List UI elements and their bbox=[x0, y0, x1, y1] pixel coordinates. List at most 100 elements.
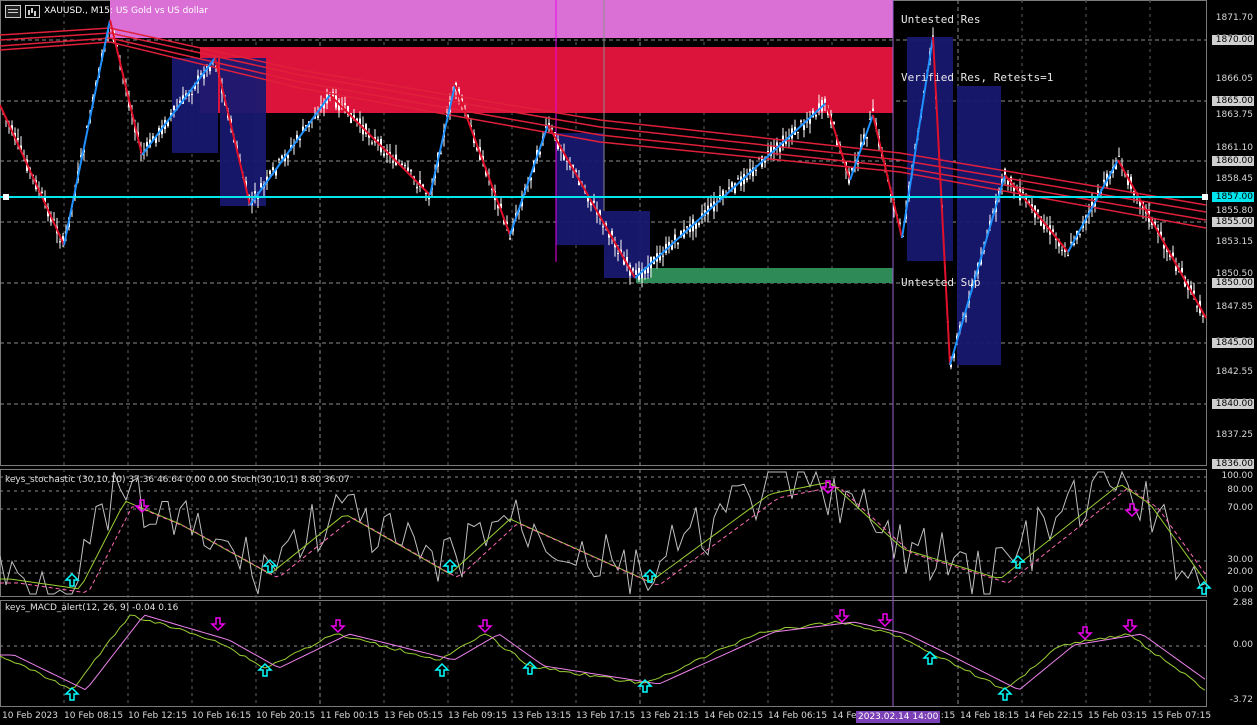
price-tick: 1858.45 bbox=[1215, 174, 1253, 184]
candle-body bbox=[1070, 241, 1072, 243]
candle-body bbox=[317, 115, 319, 119]
candle-body bbox=[710, 203, 712, 207]
macd-tick: 2.88 bbox=[1232, 598, 1253, 608]
candle-body bbox=[767, 150, 769, 152]
candle-body bbox=[866, 136, 868, 139]
stoch-tick: 80.00 bbox=[1227, 485, 1253, 495]
price-box: 1850.00 bbox=[1212, 278, 1254, 288]
candle-body bbox=[278, 159, 280, 161]
candle-body bbox=[254, 191, 256, 194]
time-tick: 15 Feb 03:15 bbox=[1088, 711, 1148, 721]
candle-body bbox=[269, 170, 271, 174]
candle-body bbox=[1037, 209, 1039, 212]
zone-label-untested-res: Untested Res bbox=[901, 13, 981, 26]
candle-body bbox=[1022, 192, 1024, 194]
zone-label-verified-res: Verified Res, Retests=1 bbox=[901, 71, 1054, 84]
price-box: 1840.00 bbox=[1212, 399, 1254, 409]
candle-body bbox=[731, 182, 733, 187]
candle-body bbox=[1196, 306, 1198, 308]
time-tick: 14 Fe bbox=[832, 711, 857, 721]
price-box: 1845.00 bbox=[1212, 338, 1254, 348]
symbol-label: XAUUSD., M15: US Gold vs US dollar bbox=[44, 6, 209, 16]
chart-type-icon[interactable] bbox=[25, 4, 40, 18]
time-tick: 13 Feb 17:15 bbox=[576, 711, 636, 721]
stoch-tick: 70.00 bbox=[1227, 503, 1253, 513]
candle-body bbox=[677, 242, 679, 245]
candle-body bbox=[698, 222, 700, 226]
chart-canvas[interactable] bbox=[0, 0, 1257, 725]
candle-body bbox=[410, 169, 412, 172]
candle-body bbox=[593, 200, 595, 203]
time-tick: 13 Feb 21:15 bbox=[640, 711, 700, 721]
menu-icon[interactable] bbox=[5, 4, 21, 18]
price-tick: 1837.25 bbox=[1215, 430, 1253, 440]
candle-body bbox=[371, 142, 373, 144]
time-tick: 14 Feb 22:15 bbox=[1024, 711, 1084, 721]
price-box: 1865.00 bbox=[1212, 96, 1254, 106]
price-tick: 1863.75 bbox=[1215, 110, 1253, 120]
candle-body bbox=[59, 241, 61, 243]
candle-body bbox=[404, 165, 406, 167]
time-tick: 14 Feb 06:15 bbox=[768, 711, 828, 721]
zone-label-untested-sup: Untested Sup bbox=[901, 276, 981, 289]
chart-title: XAUUSD., M15: US Gold vs US dollar bbox=[5, 4, 208, 18]
time-tick: 10 Feb 12:15 bbox=[128, 711, 188, 721]
candle-body bbox=[1061, 249, 1063, 251]
candle-body bbox=[173, 105, 175, 111]
time-tick: 13 Feb 13:15 bbox=[512, 711, 572, 721]
macd-tick: 0.00 bbox=[1232, 640, 1253, 650]
price-tick: 1866.05 bbox=[1215, 74, 1253, 84]
stoch-tick: 30.00 bbox=[1227, 555, 1253, 565]
candle-body bbox=[686, 226, 688, 228]
candle-body bbox=[662, 255, 664, 257]
time-tick: 15 Feb 07:15 bbox=[1152, 711, 1212, 721]
price-tick: 1853.15 bbox=[1215, 237, 1253, 247]
candle-body bbox=[17, 138, 19, 140]
untested-res-zone bbox=[110, 0, 893, 38]
candle-body bbox=[617, 253, 619, 255]
candle-body bbox=[41, 191, 43, 194]
candle-body bbox=[803, 125, 805, 130]
candle-body bbox=[764, 161, 766, 163]
time-tick: 10 Feb 16:15 bbox=[192, 711, 252, 721]
candle-body bbox=[1103, 179, 1105, 182]
price-box: 1857.00 bbox=[1212, 192, 1254, 202]
stoch-tick: 0.00 bbox=[1232, 585, 1253, 595]
untested-sup-zone bbox=[636, 268, 893, 283]
candle-body bbox=[932, 35, 934, 37]
candle-body bbox=[416, 186, 418, 189]
candle-body bbox=[407, 167, 409, 171]
candle-body bbox=[872, 108, 874, 112]
candle-body bbox=[1079, 233, 1081, 235]
time-tick: 14 Feb 18:15 bbox=[960, 711, 1020, 721]
candle-body bbox=[632, 268, 634, 271]
stoch-tick: 100.00 bbox=[1221, 471, 1254, 481]
candle-body bbox=[392, 161, 394, 163]
hline-handle-right[interactable] bbox=[1202, 194, 1208, 200]
candle-body bbox=[281, 155, 283, 159]
candle-body bbox=[737, 178, 739, 180]
verified-res-zone bbox=[200, 47, 893, 113]
candle-body bbox=[602, 226, 604, 228]
price-tick: 1855.80 bbox=[1215, 206, 1253, 216]
candle-body bbox=[401, 163, 403, 166]
price-box: 1836.00 bbox=[1212, 459, 1254, 469]
candle-body bbox=[746, 178, 748, 180]
price-tick: 1861.10 bbox=[1215, 143, 1253, 153]
candle-body bbox=[815, 114, 817, 117]
time-tick: 10 Feb 2023 bbox=[2, 711, 59, 721]
candle-body bbox=[260, 183, 262, 188]
time-tick: 10 Feb 20:15 bbox=[256, 711, 316, 721]
candle-body bbox=[800, 120, 802, 122]
candle-body bbox=[344, 103, 346, 105]
price-box: 1860.00 bbox=[1212, 156, 1254, 166]
candle-body bbox=[272, 167, 274, 170]
candle-body bbox=[965, 315, 967, 317]
stoch-indicator-label: keys_stochastic (30,10,10) 37.36 46.64 0… bbox=[5, 475, 350, 485]
candle-body bbox=[755, 169, 757, 171]
candle-body bbox=[797, 131, 799, 133]
stoch-tick: 20.00 bbox=[1227, 567, 1253, 577]
hline-handle-left[interactable] bbox=[3, 194, 9, 200]
candle-body bbox=[1067, 255, 1069, 257]
time-tick: 14 Feb 02:15 bbox=[704, 711, 764, 721]
